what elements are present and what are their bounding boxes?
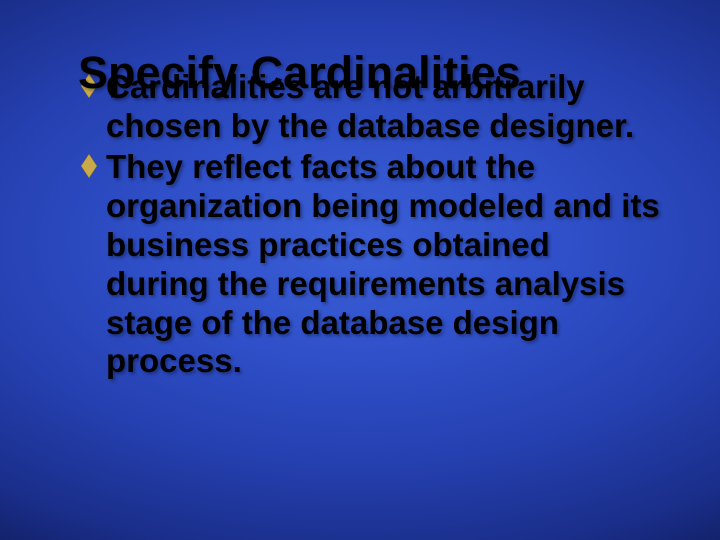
slide-title: Specify Cardinalities bbox=[78, 50, 660, 96]
slide-content: Cardinalities are not arbitrarily chosen… bbox=[78, 68, 660, 382]
bullet-diamond-icon bbox=[80, 152, 98, 180]
bullet-item: They reflect facts about the organizatio… bbox=[106, 148, 660, 382]
bullet-text: They reflect facts about the organizatio… bbox=[106, 148, 660, 380]
slide-container: Specify Cardinalities Cardinalities are … bbox=[0, 0, 720, 540]
